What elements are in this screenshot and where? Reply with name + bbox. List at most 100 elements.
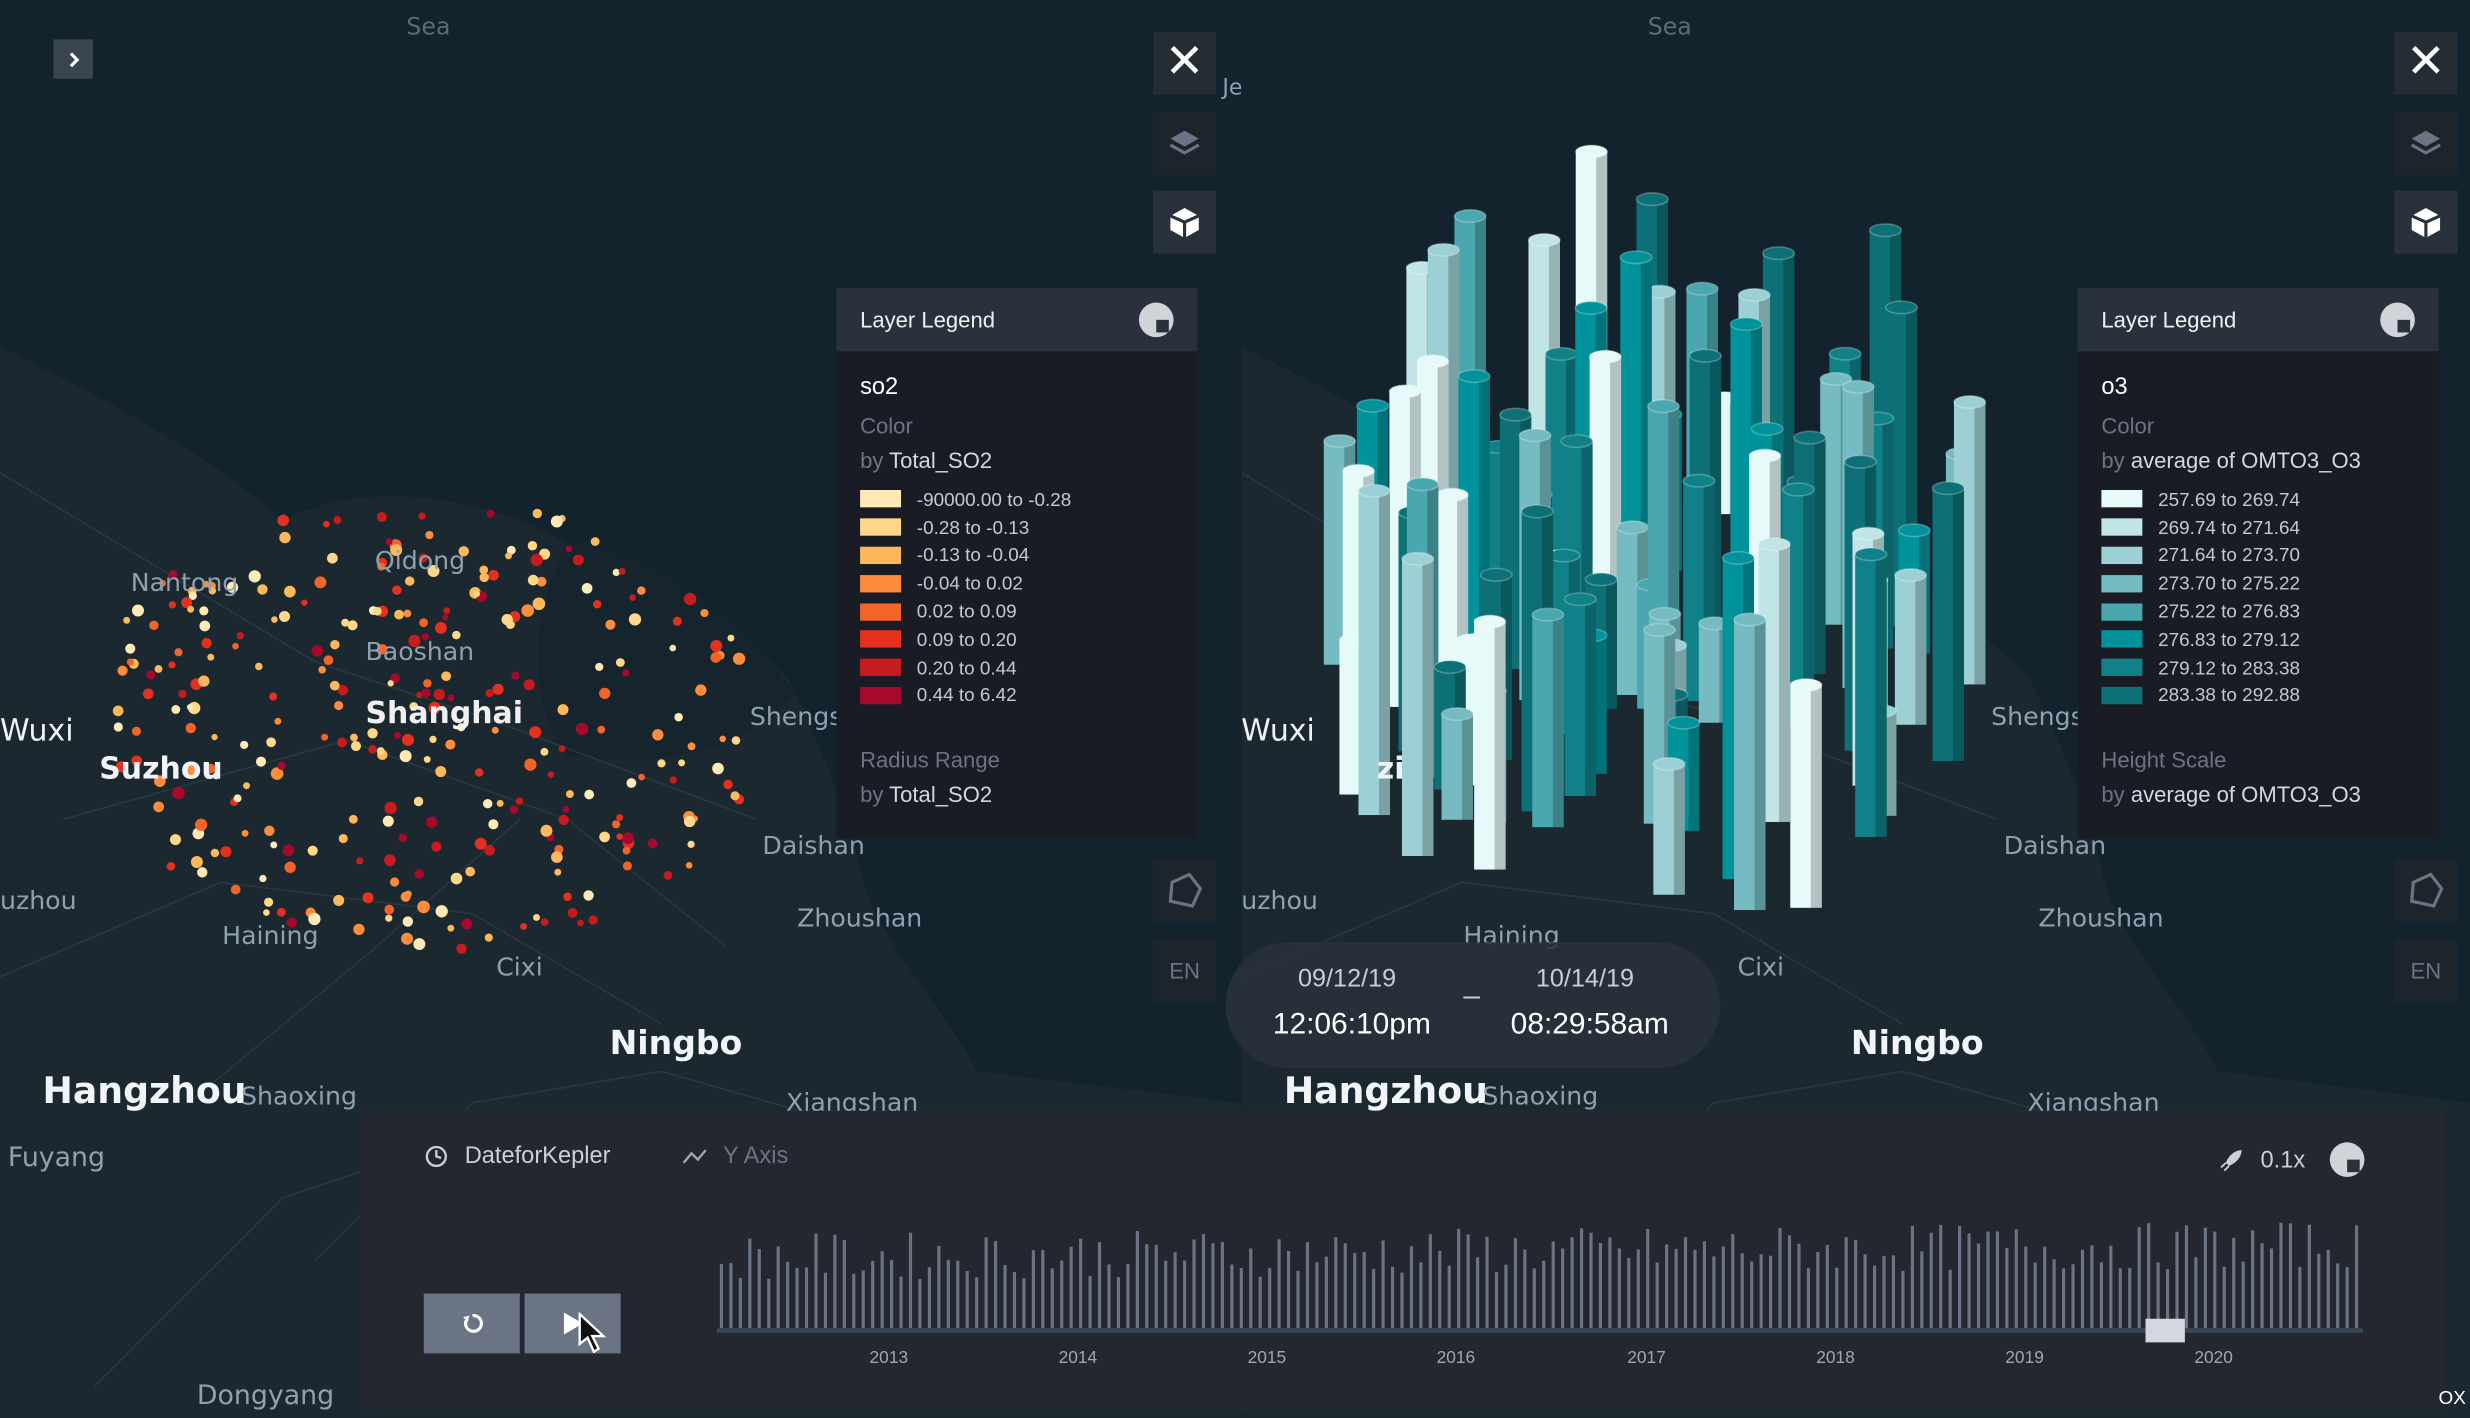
so2-point (264, 897, 274, 907)
histogram-bar (1012, 1271, 1017, 1329)
legend-item-label: -0.13 to -0.04 (916, 544, 1030, 567)
histogram-bar (1145, 1244, 1149, 1329)
legend-item-label: -0.04 to 0.02 (916, 572, 1023, 595)
histogram-bar (1958, 1226, 1962, 1329)
histogram-bar (1305, 1242, 1310, 1329)
speed-control[interactable]: 0.1x (2220, 1142, 2366, 1177)
so2-point (169, 834, 181, 846)
place-label-wuxi: Wuxi (1241, 713, 1315, 749)
histogram-bar (1759, 1254, 1763, 1329)
so2-point (581, 582, 593, 594)
histogram-bar (2355, 1225, 2359, 1329)
so2-point (307, 845, 318, 856)
histogram-bar (1409, 1246, 1414, 1329)
legend-color-swatch (2101, 546, 2143, 565)
so2-point (501, 613, 513, 626)
so2-point (201, 637, 212, 649)
clock-icon (425, 1145, 447, 1167)
histogram-bar (880, 1251, 884, 1329)
legend-color-swatch (860, 518, 902, 536)
o3-column (1733, 612, 1767, 911)
legend-title: Layer Legend (2101, 307, 2237, 333)
histogram-bar (1721, 1246, 1725, 1329)
so2-point (125, 643, 136, 654)
so2-point (590, 537, 600, 546)
so2-point (257, 584, 268, 595)
so2-point (434, 621, 447, 634)
speed-toggle-icon[interactable] (2330, 1142, 2366, 1177)
so2-point (435, 905, 448, 918)
so2-point (387, 680, 394, 687)
histogram-bar (1702, 1241, 1707, 1329)
mouse-cursor-icon (578, 1312, 607, 1354)
legend-item-label: 276.83 to 279.12 (2158, 628, 2301, 651)
histogram-bar (1211, 1243, 1215, 1329)
histogram-bar (1835, 1267, 1839, 1329)
polygon-draw-icon (2410, 872, 2444, 908)
so2-point (385, 538, 393, 546)
so2-point (402, 916, 414, 927)
y-axis-selector[interactable]: Y Axis (682, 1142, 788, 1169)
so2-point (429, 735, 437, 744)
histogram-bar (1485, 1236, 1489, 1329)
so2-point (278, 611, 291, 623)
so2-point (465, 866, 476, 877)
legend-collapse-icon[interactable] (1138, 302, 1174, 338)
legend-item-label: 269.74 to 271.64 (2158, 516, 2301, 539)
draw-polygon-button[interactable] (2394, 858, 2458, 922)
histogram-bar (965, 1271, 969, 1329)
legend-toggle-button[interactable] (2394, 190, 2458, 254)
so2-point (647, 838, 658, 849)
legend-item: 275.22 to 276.83 (2101, 597, 2414, 625)
histogram-bar (1031, 1250, 1035, 1329)
field-selector[interactable]: DateforKepler (424, 1142, 611, 1169)
histogram-bar (1390, 1266, 1395, 1329)
so2-point (384, 801, 397, 815)
histogram-bar (2194, 1257, 2198, 1329)
so2-point (264, 825, 275, 836)
so2-point (376, 512, 387, 523)
legend-toggle-button[interactable] (1153, 190, 1217, 254)
so2-point (185, 722, 196, 734)
histogram-bar (1986, 1231, 1990, 1329)
histogram-bar (2137, 1227, 2141, 1329)
so2-point (595, 662, 604, 672)
so2-point (126, 658, 135, 666)
so2-point (270, 841, 278, 849)
histogram-bar (1891, 1255, 1896, 1329)
layers-toggle-button[interactable] (1153, 111, 1217, 175)
legend-item: 273.70 to 275.22 (2101, 569, 2414, 597)
time-range-handle[interactable] (2145, 1318, 2185, 1343)
so2-point (426, 816, 438, 828)
so2-point (393, 732, 401, 739)
so2-point (618, 567, 626, 575)
language-button[interactable]: EN (2394, 939, 2458, 1003)
draw-polygon-button[interactable] (1153, 858, 1217, 922)
so2-point (710, 652, 722, 663)
place-label-sea: Sea (1647, 12, 1692, 41)
language-button[interactable]: EN (1153, 939, 1217, 1003)
so2-point (442, 614, 449, 621)
legend-color-swatch (860, 546, 902, 565)
layers-toggle-button[interactable] (2394, 111, 2458, 175)
so2-point (628, 613, 642, 626)
so2-point (669, 776, 677, 784)
so2-point (186, 703, 194, 711)
so2-point (588, 915, 598, 925)
close-map-button[interactable]: ✕ (2394, 31, 2458, 95)
legend-collapse-icon[interactable] (2380, 302, 2415, 338)
histogram-bar (1258, 1276, 1262, 1329)
histogram-bar (1476, 1257, 1480, 1329)
close-map-button[interactable]: ✕ (1153, 31, 1217, 95)
so2-point (171, 705, 181, 714)
3d-cube-icon (1169, 207, 1200, 238)
legend-color-label: Color (860, 412, 913, 439)
expand-side-panel-button[interactable] (53, 39, 93, 79)
histogram-bar (993, 1241, 998, 1329)
so2-point (605, 619, 616, 630)
legend-radius-field: by Total_SO2 (860, 782, 993, 808)
so2-point (334, 700, 344, 711)
so2-point (392, 585, 402, 595)
reset-button[interactable] (423, 1293, 520, 1354)
histogram-bar (2043, 1246, 2047, 1329)
